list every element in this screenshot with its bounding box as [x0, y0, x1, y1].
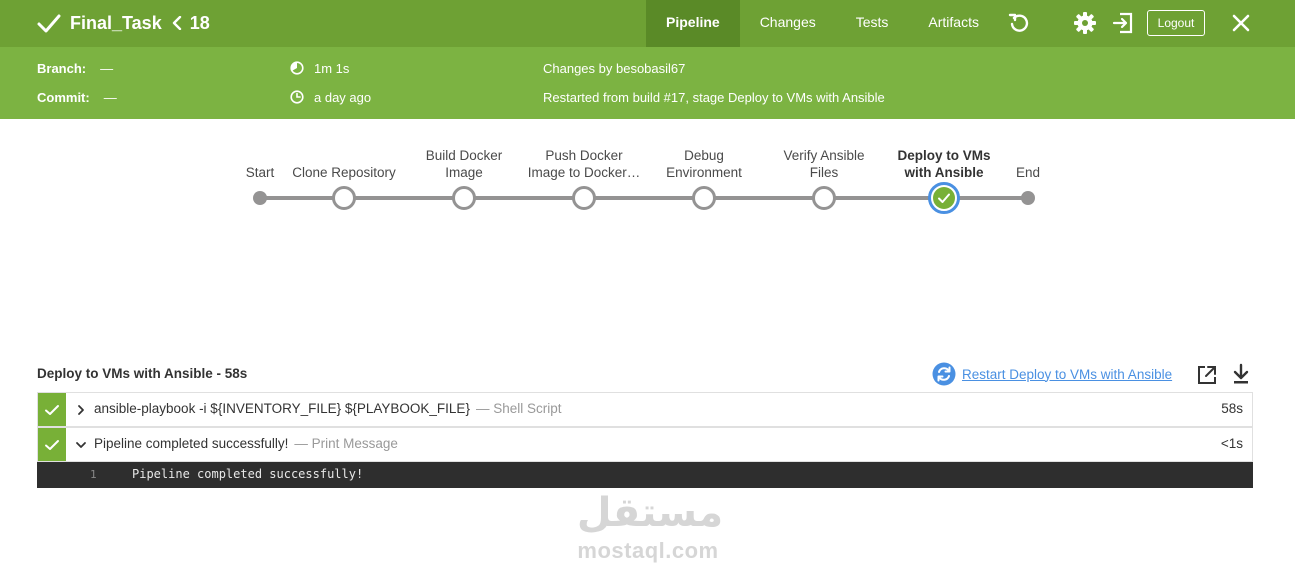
watermark-arabic: مستقل	[576, 490, 724, 536]
changes-info: Changes by besobasil67	[543, 60, 686, 76]
chevron-left-icon	[172, 16, 181, 30]
stage-label-line: Build Docker	[425, 148, 503, 163]
pipeline-connector	[260, 196, 1028, 200]
stage-label[interactable]: Clone Repository	[279, 164, 409, 181]
stage-label-line: Image	[445, 165, 483, 180]
time-ago-value: a day ago	[314, 89, 372, 105]
stage-label[interactable]: Push Docker Image to Docker…	[519, 147, 649, 181]
success-check-icon	[37, 14, 61, 33]
stage-label-line: Verify Ansible	[783, 148, 865, 163]
stage-label[interactable]: Debug Environment	[639, 147, 769, 181]
open-external-icon[interactable]	[1196, 364, 1218, 386]
cause-info: Restarted from build #17, stage Deploy t…	[543, 89, 885, 105]
tab-tests[interactable]: Tests	[836, 0, 909, 47]
log-line-number: 1	[90, 468, 97, 481]
stage-label-line: Deploy to VMs	[897, 148, 991, 163]
stage-node-success[interactable]	[928, 182, 960, 214]
logout-button[interactable]: Logout	[1147, 10, 1205, 36]
step-text: Pipeline completed successfully! — Print …	[94, 436, 398, 451]
top-bar: Final_Task 18 Pipeline Changes Tests Art…	[0, 0, 1295, 47]
stage-label-line: Debug	[684, 148, 724, 163]
stage-node[interactable]	[452, 186, 476, 210]
duration-value: 1m 1s	[314, 60, 350, 76]
build-number: 18	[189, 12, 210, 33]
stage-label-line: End	[1015, 165, 1041, 180]
rerun-icon[interactable]	[1007, 11, 1031, 35]
close-icon[interactable]	[1229, 11, 1253, 35]
step-duration: 58s	[1221, 401, 1243, 416]
watermark-latin: mostaql.com	[577, 538, 719, 563]
time-info: a day ago	[290, 88, 371, 106]
stage-node[interactable]	[692, 186, 716, 210]
duration-info: 1m 1s	[290, 59, 349, 77]
open-classic-icon[interactable]	[1111, 11, 1135, 35]
run-title: Final_Task 18	[36, 10, 210, 36]
step-status-success	[38, 428, 66, 461]
stage-label-line: Files	[809, 165, 839, 180]
chevron-right-icon[interactable]	[75, 404, 87, 416]
duration-icon	[290, 61, 304, 75]
check-icon	[45, 440, 59, 450]
step-text: ansible-playbook -i ${INVENTORY_FILE} ${…	[94, 401, 561, 416]
stage-node[interactable]	[812, 186, 836, 210]
step-duration: <1s	[1220, 436, 1243, 451]
chevron-down-icon[interactable]	[75, 439, 87, 451]
tab-bar: Pipeline Changes Tests Artifacts	[646, 0, 999, 47]
stage-label-line: Push Docker	[545, 148, 623, 163]
commit-info: Commit: —	[37, 88, 117, 106]
stage-label[interactable]: Verify Ansible Files	[759, 147, 889, 181]
step-type: — Shell Script	[475, 401, 562, 416]
restart-stage-label: Restart Deploy to VMs with Ansible	[962, 366, 1173, 382]
step-command: Pipeline completed successfully!	[94, 436, 289, 451]
step-status-success	[38, 393, 66, 426]
download-icon[interactable]	[1230, 363, 1252, 385]
stage-label-line: Clone Repository	[292, 165, 396, 180]
clock-icon	[290, 90, 304, 104]
commit-label: Commit:	[37, 89, 90, 105]
stage-label[interactable]: Build Docker Image	[399, 147, 529, 181]
tab-changes[interactable]: Changes	[740, 0, 836, 47]
success-badge	[933, 187, 955, 209]
commit-value: —	[103, 89, 117, 105]
check-icon	[45, 405, 59, 415]
log-line-text: Pipeline completed successfully!	[132, 467, 364, 481]
restart-stage-link[interactable]: Restart Deploy to VMs with Ansible	[932, 362, 1172, 386]
stage-label[interactable]: End	[963, 164, 1093, 181]
step-row[interactable]: ansible-playbook -i ${INVENTORY_FILE} ${…	[37, 392, 1253, 427]
run-info-bar: Branch: — Commit: — 1m 1s a day ago Chan…	[0, 47, 1295, 119]
log-output: 1 Pipeline completed successfully!	[37, 462, 1253, 488]
stage-label-line: Image to Docker…	[527, 165, 641, 180]
step-type: — Print Message	[294, 436, 398, 451]
check-icon	[938, 193, 950, 203]
branch-value: —	[100, 60, 114, 76]
end-node	[1021, 191, 1035, 205]
stage-node[interactable]	[572, 186, 596, 210]
branch-label: Branch:	[37, 60, 87, 76]
step-command: ansible-playbook -i ${INVENTORY_FILE} ${…	[94, 401, 470, 416]
branch-info: Branch: —	[37, 59, 113, 77]
job-name[interactable]: Final_Task	[70, 13, 162, 34]
selected-stage-title: Deploy to VMs with Ansible - 58s	[37, 366, 248, 381]
step-row[interactable]: Pipeline completed successfully! — Print …	[37, 427, 1253, 462]
restart-icon	[932, 362, 956, 386]
start-node	[253, 191, 267, 205]
stage-node[interactable]	[332, 186, 356, 210]
stage-label-line: Environment	[666, 165, 742, 180]
gear-icon[interactable]	[1073, 11, 1097, 35]
tab-artifacts[interactable]: Artifacts	[908, 0, 999, 47]
tab-pipeline[interactable]: Pipeline	[646, 0, 740, 47]
pipeline-graph: Start Clone Repository Build Docker Image Pu…	[0, 119, 1295, 249]
